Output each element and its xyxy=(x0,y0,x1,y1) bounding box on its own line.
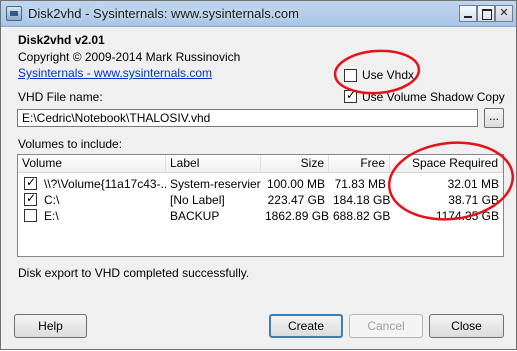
volume-space-required: 1174.35 GB xyxy=(435,209,499,223)
minimize-button[interactable] xyxy=(459,5,477,22)
help-button[interactable]: Help xyxy=(14,314,87,338)
close-button[interactable]: Close xyxy=(429,314,504,338)
vhd-file-input[interactable]: E:\Cedric\Notebook\THALOSIV.vhd xyxy=(17,109,478,127)
status-text: Disk export to VHD completed successfull… xyxy=(18,266,250,280)
volume-free: 688.82 GB xyxy=(333,209,390,223)
use-vhdx-label[interactable]: Use Vhdx xyxy=(362,68,414,82)
volume-label: [No Label] xyxy=(170,193,225,207)
volume-label: BACKUP xyxy=(170,209,220,223)
vss-checkbox[interactable] xyxy=(344,88,357,103)
volume-size: 100.00 MB xyxy=(266,177,325,191)
maximize-button[interactable] xyxy=(477,5,495,22)
column-header-space-required[interactable]: Space Required xyxy=(390,155,503,173)
volume-row[interactable]: C:\ [No Label] 223.47 GB 184.18 GB 38.71… xyxy=(18,191,503,208)
volumes-list-header: Volume Label Size Free Space Required xyxy=(18,155,503,173)
volume-path: E:\ xyxy=(44,209,59,223)
volume-free: 184.18 GB xyxy=(333,193,390,207)
app-window: Disk2vhd - Sysinternals: www.sysinternal… xyxy=(0,0,517,350)
column-header-label[interactable]: Label xyxy=(166,155,261,173)
volume-path: C:\ xyxy=(44,193,60,207)
copyright-text: Copyright © 2009-2014 Mark Russinovich xyxy=(18,50,241,64)
volume-space-required: 38.71 GB xyxy=(448,193,499,207)
cancel-button[interactable]: Cancel xyxy=(349,314,423,338)
volume-size: 223.47 GB xyxy=(267,193,325,207)
volume-path: \\?\Volume{11a17c43-... xyxy=(44,177,166,191)
title-bar[interactable]: Disk2vhd - Sysinternals: www.sysinternal… xyxy=(1,1,516,27)
volumes-list[interactable]: Volume Label Size Free Space Required \\… xyxy=(17,154,504,257)
create-button[interactable]: Create xyxy=(269,314,343,338)
volume-include-checkbox[interactable] xyxy=(24,191,37,206)
volume-label: System-reserviert xyxy=(170,177,261,191)
column-header-volume[interactable]: Volume xyxy=(18,155,166,173)
browse-button[interactable]: ... xyxy=(484,108,504,128)
disk-app-icon xyxy=(6,6,22,21)
column-header-size[interactable]: Size xyxy=(261,155,329,173)
column-header-free[interactable]: Free xyxy=(329,155,390,173)
close-window-button[interactable]: ✕ xyxy=(495,5,513,22)
volume-space-required: 32.01 MB xyxy=(447,177,499,191)
volume-free: 71.83 MB xyxy=(334,177,386,191)
vss-label[interactable]: Use Volume Shadow Copy xyxy=(362,90,505,104)
volumes-label: Volumes to include: xyxy=(18,137,123,151)
volume-size: 1862.89 GB xyxy=(265,209,329,223)
volume-include-checkbox[interactable] xyxy=(24,209,37,222)
vhd-file-label: VHD File name: xyxy=(18,90,103,104)
use-vhdx-checkbox[interactable] xyxy=(344,69,357,82)
volume-include-checkbox[interactable] xyxy=(24,175,37,190)
app-version: Disk2vhd v2.01 xyxy=(18,33,105,47)
volume-row[interactable]: \\?\Volume{11a17c43-... System-reservier… xyxy=(18,175,503,192)
window-title: Disk2vhd - Sysinternals: www.sysinternal… xyxy=(28,6,299,21)
sysinternals-link[interactable]: Sysinternals - www.sysinternals.com xyxy=(18,66,212,80)
volume-row[interactable]: E:\ BACKUP 1862.89 GB 688.82 GB 1174.35 … xyxy=(18,208,503,224)
